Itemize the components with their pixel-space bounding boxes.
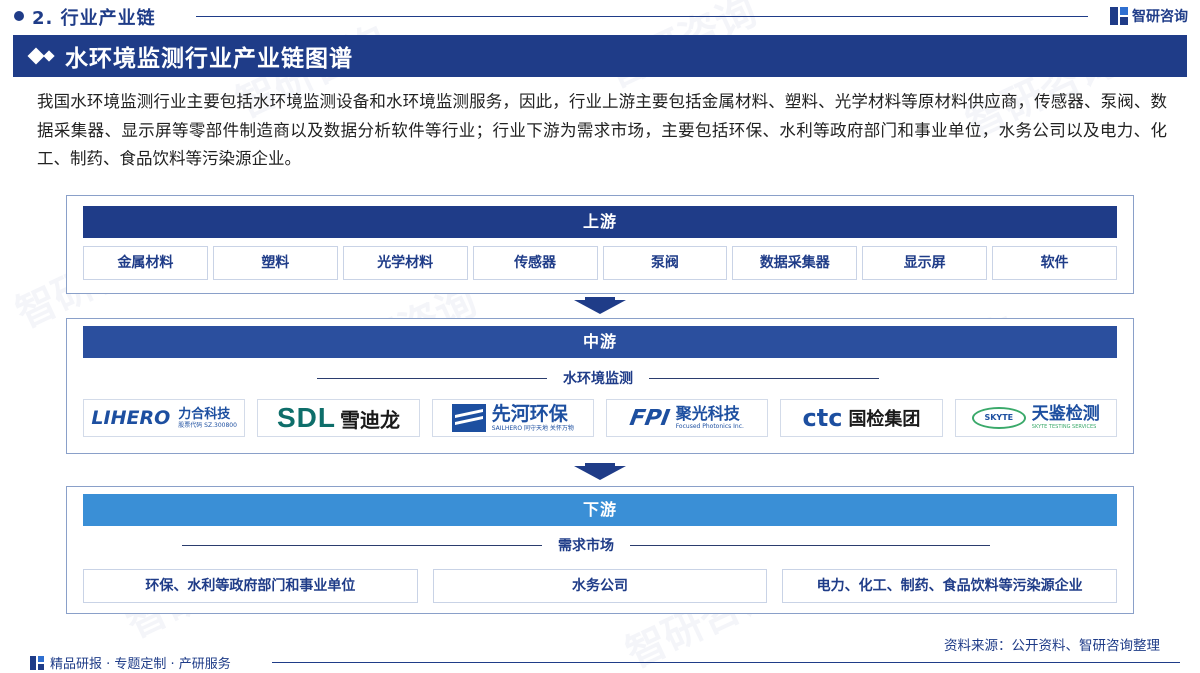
downstream-item: 电力、化工、制药、食品饮料等污染源企业	[782, 569, 1118, 603]
sailhero-slogan: SAILHERO 同守天地 关怀万物	[491, 424, 574, 432]
footer-slogan: 精品研报 · 专题定制 · 产研服务	[50, 657, 231, 672]
footer: 精品研报 · 专题定制 · 产研服务	[0, 650, 1200, 673]
downstream-items: 环保、水利等政府部门和事业单位 水务公司 电力、化工、制药、食品饮料等污染源企业	[83, 569, 1118, 603]
ctc-logo: ctc 国检集团	[780, 399, 943, 437]
sdl-logo-zh: 雪迪龙	[339, 407, 400, 432]
diamond-small-icon	[43, 50, 55, 62]
sdl-logo-en: SDL	[276, 402, 336, 433]
downstream-item: 水务公司	[432, 569, 768, 603]
upstream-item: 光学材料	[342, 246, 468, 280]
skyte-logo-sub: SKYTE TESTING SERVICES	[1031, 424, 1097, 430]
fpi-logo: FPI 聚光科技 Focused Photonics Inc.	[605, 399, 769, 437]
upstream-item: 泵阀	[602, 246, 728, 280]
lihero-logo: LIHERO 力合科技 股票代码 SZ.300800	[83, 399, 246, 437]
downstream-label: 下游	[83, 494, 1117, 526]
ctc-logo-en: ctc	[802, 404, 843, 432]
ctc-logo-zh: 国检集团	[848, 409, 921, 430]
downstream-section: 下游 需求市场 环保、水利等政府部门和事业单位 水务公司 电力、化工、制药、食品…	[66, 486, 1134, 614]
sailhero-logo: 先河环保 SAILHERO 同守天地 关怀万物	[431, 399, 594, 437]
divider	[649, 377, 879, 379]
fpi-logo-zh: 聚光科技	[675, 404, 740, 423]
section-title: 2. 行业产业链	[32, 8, 156, 29]
upstream-items: 金属材料 塑料 光学材料 传感器 泵阀 数据采集器 显示屏 软件	[83, 246, 1117, 280]
midstream-subheading: 水环境监测	[317, 368, 879, 388]
midstream-label: 中游	[83, 326, 1117, 358]
upstream-item: 传感器	[472, 246, 598, 280]
upstream-item: 显示屏	[862, 246, 988, 280]
header-rule	[196, 16, 1088, 17]
divider	[630, 544, 990, 546]
upstream-section: 上游 金属材料 塑料 光学材料 传感器 泵阀 数据采集器 显示屏 软件	[66, 195, 1134, 294]
brand: 智研咨询	[1110, 5, 1188, 27]
skyte-logo-en: SKYTE	[971, 407, 1026, 429]
footer-logo-icon	[30, 655, 44, 670]
upstream-label: 上游	[83, 206, 1117, 238]
skyte-logo: SKYTE 天鉴检测 SKYTE TESTING SERVICES	[954, 399, 1117, 437]
divider	[182, 544, 542, 546]
midstream-sublabel: 水环境监测	[563, 371, 633, 387]
downstream-subheading: 需求市场	[182, 535, 990, 555]
sdl-logo: SDL 雪迪龙	[257, 399, 420, 437]
upstream-item: 金属材料	[83, 246, 208, 280]
diamond-icon	[27, 47, 45, 65]
sailhero-mark-icon	[451, 404, 486, 432]
page-title: 水环境监测行业产业链图谱	[65, 46, 353, 72]
footer-rule	[272, 662, 1180, 663]
company-logos: LIHERO 力合科技 股票代码 SZ.300800 SDL 雪迪龙 先河环保 …	[83, 399, 1117, 437]
upstream-item: 数据采集器	[732, 246, 858, 280]
divider	[317, 377, 547, 379]
upstream-item: 塑料	[212, 246, 338, 280]
downstream-item: 环保、水利等政府部门和事业单位	[83, 569, 418, 603]
lihero-logo-en: LIHERO	[91, 407, 171, 429]
top-bar: 2. 行业产业链 智研咨询	[0, 0, 1200, 32]
fpi-logo-sub: Focused Photonics Inc.	[675, 423, 744, 430]
intro-paragraph: 我国水环境监测行业主要包括水环境监测设备和水环境监测服务，因此，行业上游主要包括…	[37, 92, 1167, 168]
lihero-stock-code: 股票代码 SZ.300800	[178, 421, 237, 429]
fpi-logo-en: FPI	[628, 405, 672, 431]
midstream-section: 中游 水环境监测 LIHERO 力合科技 股票代码 SZ.300800 SDL …	[66, 318, 1134, 454]
brand-logo-icon	[1110, 7, 1128, 25]
lihero-logo-zh: 力合科技	[178, 406, 231, 422]
down-arrow-icon	[574, 466, 626, 480]
bullet-icon	[14, 11, 24, 21]
sailhero-logo-zh: 先河环保	[491, 402, 568, 425]
down-arrow-icon	[574, 300, 626, 314]
skyte-logo-zh: 天鉴检测	[1031, 404, 1100, 424]
title-bar: 水环境监测行业产业链图谱	[13, 35, 1187, 77]
upstream-item: 软件	[992, 246, 1117, 280]
brand-name: 智研咨询	[1132, 9, 1188, 25]
downstream-sublabel: 需求市场	[558, 538, 614, 554]
